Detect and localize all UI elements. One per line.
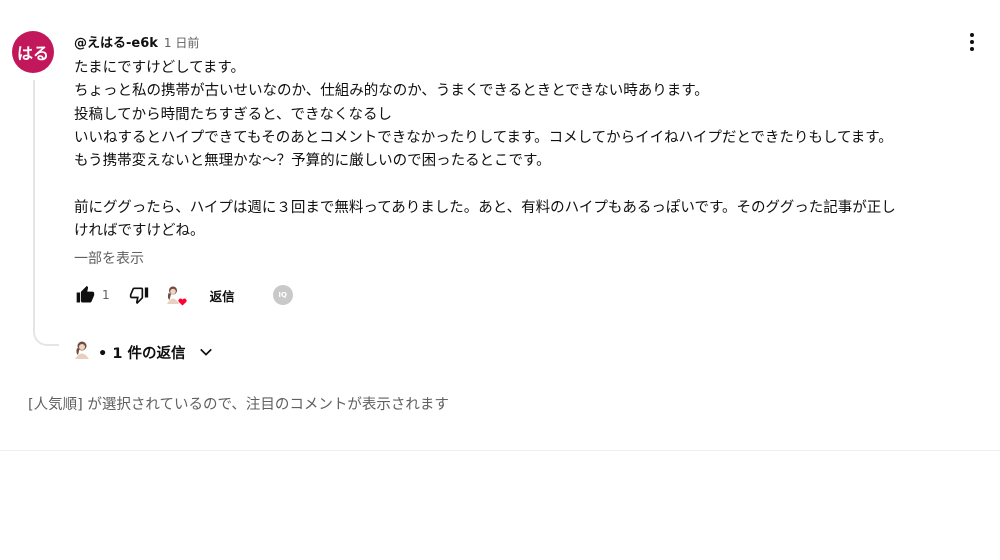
replies-label: • 1 件の返信 — [98, 345, 186, 362]
commenter-avatar[interactable]: はる — [12, 31, 54, 73]
reply-creator-avatar — [74, 340, 92, 364]
replies-toggle[interactable]: • 1 件の返信 — [74, 340, 215, 364]
reply-button[interactable]: 返信 — [210, 286, 235, 305]
comment-line: 前にググったら、ハイプは週に３回まで無料ってありました。あと、有料のハイプもある… — [74, 199, 896, 216]
comment-author[interactable]: @えはる-e6k — [74, 32, 158, 51]
comment-toolbar: 1 返信 IQ — [74, 283, 293, 307]
comment-blank-line — [74, 173, 990, 196]
like-count: 1 — [102, 288, 110, 302]
divider — [0, 450, 1000, 451]
comment-time[interactable]: 1 日前 — [164, 34, 199, 51]
comment-line: もう携帯変えないと無理かな～？予算的に厳しいので困ったるとこです。 — [74, 153, 551, 170]
comment-line: ちょっと私の携帯が古いせいなのか、仕組み的なのか、うまくできるときとできない時あ… — [74, 83, 709, 100]
thumbs-down-icon[interactable] — [128, 284, 150, 306]
thumbs-up-icon[interactable] — [74, 284, 96, 306]
comment-line: たまにですけどしてます。 — [74, 60, 245, 76]
heart-icon — [178, 298, 187, 306]
more-vert-icon[interactable] — [962, 30, 982, 54]
chevron-down-icon — [197, 343, 215, 361]
comment-header: @えはる-e6k 1 日前 — [74, 32, 990, 52]
iq-badge-icon[interactable]: IQ — [272, 285, 293, 305]
show-less-link[interactable]: 一部を表示 — [74, 249, 990, 269]
comment-line: いいねするとハイプできてもそのあとコメントできなかったりしてます。コメしてからイ… — [74, 129, 893, 146]
comment-line: 投稿してから時間たちすぎると、できなくなるし — [74, 106, 392, 123]
creator-heart[interactable] — [164, 284, 187, 306]
comment-line: ければですけどね。 — [74, 223, 205, 240]
thread-connector — [33, 80, 59, 346]
comment: @えはる-e6k 1 日前 たまにですけどしてます。 ちょっと私の携帯が古いせい… — [74, 32, 990, 306]
comment-body: たまにですけどしてます。 ちょっと私の携帯が古いせいなのか、仕組み的なのか、うま… — [74, 57, 990, 243]
iq-badge-text: IQ — [278, 291, 287, 299]
comment-section: はる @えはる-e6k 1 日前 たまにですけどしてます。 ちょっと私の携帯が古… — [0, 0, 1000, 560]
sort-notice: [人気順] が選択されているので、注目のコメントが表示されます — [28, 397, 449, 413]
avatar-text: はる — [16, 44, 49, 63]
